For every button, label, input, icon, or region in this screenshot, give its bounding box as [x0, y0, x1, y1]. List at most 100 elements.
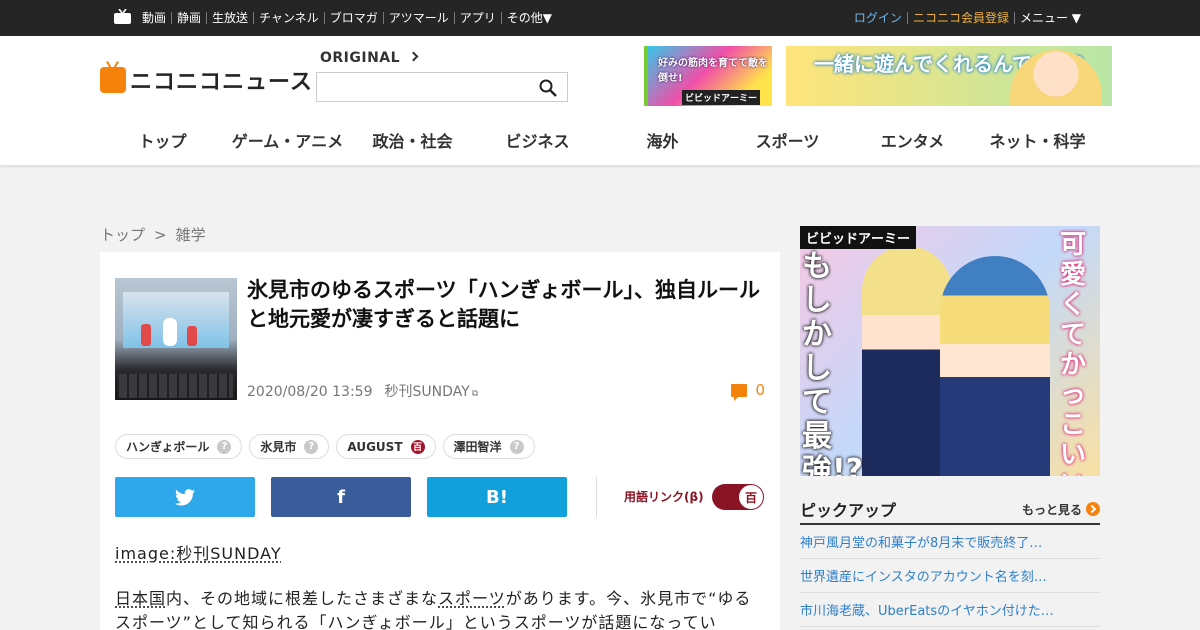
image-credit: image:秒刊SUNDAY [115, 542, 760, 566]
pickup-more-label: もっと見る [1021, 502, 1082, 517]
service-link-blomaga[interactable]: ブロマガ [323, 12, 383, 24]
search-input[interactable] [317, 73, 527, 101]
breadcrumb: トップ > 雑学 [100, 224, 206, 245]
service-link-live[interactable]: 生放送 [206, 12, 253, 24]
nicopedia-icon: 百 [410, 439, 425, 454]
niconico-tv-icon[interactable] [114, 9, 131, 24]
twitter-bird-icon [175, 488, 195, 505]
pickup-header: ピックアップ もっと見る [800, 497, 1100, 521]
pickup-item[interactable]: 市川海老蔵、UberEatsのイヤホン付けた… [800, 593, 1100, 627]
share-hatena-button[interactable]: B! [427, 477, 567, 517]
register-link[interactable]: ニコニコ会員登録 [906, 12, 1014, 24]
article-card: 氷見市のゆるスポーツ「ハンぎょボール」、独自ルールと地元愛が凄すぎると話題に 2… [100, 252, 780, 630]
breadcrumb-home[interactable]: トップ [100, 226, 145, 244]
tag-label: 澤田智洋 [453, 440, 502, 454]
image-credit-link[interactable]: 秒刊SUNDAY [176, 544, 281, 563]
pickup-list: 神戸風月堂の和菓子が8月末で販売終了… 世界遺産にインスタのアカウント名を刻… … [800, 523, 1100, 627]
logo-text: ニコニコニュース [130, 70, 313, 95]
nav-item-sports[interactable]: スポーツ [725, 128, 850, 152]
question-icon: ? [509, 439, 524, 454]
sidebar-ad-banner[interactable]: ビビッドアーミー もしかして最強!? 可愛くてかっこいいなんて [800, 226, 1100, 476]
menu-dropdown[interactable]: メニュー ▼ [1013, 12, 1086, 24]
nav-item-overseas[interactable]: 海外 [600, 128, 725, 152]
pickup-more-link[interactable]: もっと見る [1022, 501, 1100, 518]
search-box [316, 72, 568, 102]
article-meta: 2020/08/20 13:59 秒刊SUNDAY ⧉ [247, 381, 478, 401]
service-link-atsumaru[interactable]: アツマール [382, 12, 454, 24]
ad-character-image [940, 256, 1050, 476]
tag-item[interactable]: ハンぎょボール? [115, 434, 243, 459]
original-link[interactable]: ORIGINAL [320, 50, 419, 66]
pickup-item[interactable]: 世界遺産にインスタのアカウント名を刻… [800, 559, 1100, 593]
service-link-other[interactable]: その他▼ [500, 12, 557, 24]
tag-label: 氷見市 [260, 440, 297, 454]
ad-left-brand: ビビッドアーミー [682, 90, 761, 105]
tag-item[interactable]: 澤田智洋? [442, 434, 535, 459]
article-source: 秒刊SUNDAY [384, 384, 470, 400]
article-source-link[interactable]: 秒刊SUNDAY ⧉ [385, 384, 479, 400]
article-date: 2020/08/20 13:59 [247, 384, 373, 400]
service-links: 動画 静画 生放送 チャンネル ブロマガ アツマール アプリ その他▼ [140, 0, 557, 36]
term-link[interactable]: スポーツ [438, 589, 506, 608]
sidebar-ad-text-left: もしかして最強!? [802, 249, 864, 477]
nav-item-business[interactable]: ビジネス [475, 128, 600, 152]
tag-label: AUGUST [347, 439, 403, 454]
thumbnail-figure [141, 324, 151, 346]
question-icon: ? [217, 439, 232, 454]
breadcrumb-category[interactable]: 雑学 [176, 226, 206, 244]
service-link-douga[interactable]: 動画 [140, 12, 171, 24]
nav-item-game-anime[interactable]: ゲーム・アニメ [225, 128, 350, 152]
comment-count-link[interactable]: 0 [731, 381, 765, 401]
chevron-right-icon [408, 51, 419, 62]
sidebar-ad-text-right: 可愛くてかっこいいなんて [1060, 230, 1087, 476]
nav-item-top[interactable]: トップ [100, 128, 225, 152]
comment-count: 0 [755, 381, 765, 399]
service-link-seiga[interactable]: 静画 [171, 12, 206, 24]
facebook-icon: f [337, 486, 345, 508]
search-icon[interactable] [539, 79, 557, 97]
logo-tv-icon [100, 67, 126, 93]
login-link[interactable]: ログイン [849, 12, 907, 24]
nicopedia-toggle-icon: 百 [739, 485, 763, 509]
nav-item-net-science[interactable]: ネット・科学 [975, 128, 1100, 152]
category-nav: トップ ゲーム・アニメ 政治・社会 ビジネス 海外 スポーツ エンタメ ネット・… [100, 128, 1100, 152]
pickup-title: ピックアップ [800, 501, 897, 520]
site-header: ニコニコニュース ORIGINAL 好みの筋肉を育てて敵を倒せ! ビビッドアーミ… [0, 36, 1200, 166]
image-credit-prefix: image: [115, 544, 177, 563]
external-link-icon: ⧉ [471, 389, 479, 399]
share-facebook-button[interactable]: f [271, 477, 411, 517]
service-link-app[interactable]: アプリ [453, 12, 501, 24]
hatena-bookmark-icon: B! [486, 486, 508, 508]
header-ad-right[interactable]: 一緒に遊んでくれるんですか? [786, 46, 1112, 106]
article-title: 氷見市のゆるスポーツ「ハンぎょボール」、独自ルールと地元愛が凄すぎると話題に [247, 278, 761, 331]
tag-label: ハンぎょボール [126, 440, 210, 454]
account-links: ログイン ニコニコ会員登録 メニュー ▼ [849, 0, 1086, 36]
nav-item-politics-society[interactable]: 政治・社会 [350, 128, 475, 152]
global-topbar: 動画 静画 生放送 チャンネル ブロマガ アツマール アプリ その他▼ ログイン… [0, 0, 1200, 36]
article-body: image:秒刊SUNDAY 日本国内、その地域に根差したさまざまなスポーツがあ… [115, 542, 760, 630]
header-ad-left[interactable]: 好みの筋肉を育てて敵を倒せ! ビビッドアーミー [644, 46, 772, 106]
sidebar-ad-brand: ビビッドアーミー [800, 226, 917, 249]
ad-left-text: 好みの筋肉を育てて敵を倒せ! [658, 58, 768, 84]
nav-item-entertainment[interactable]: エンタメ [850, 128, 975, 152]
comment-icon [731, 383, 748, 401]
term-link-toggle[interactable]: 百 [712, 484, 764, 510]
arrow-right-circle-icon [1086, 502, 1100, 516]
share-divider [596, 477, 597, 517]
article-paragraph: 日本国内、その地域に根差したさまざまなスポーツがあります。今、氷見市で“ゆるスポ… [115, 587, 760, 630]
term-link[interactable]: 日本国 [115, 589, 166, 608]
service-link-channel[interactable]: チャンネル [253, 12, 324, 24]
original-label: ORIGINAL [320, 50, 401, 66]
thumbnail-figure [187, 326, 197, 346]
thumbnail-figure [163, 318, 177, 346]
term-link-label: 用語リンク(β) [624, 490, 704, 504]
share-twitter-button[interactable] [115, 477, 255, 517]
article-thumbnail [115, 278, 237, 400]
breadcrumb-separator: > [154, 226, 167, 244]
question-icon: ? [304, 439, 319, 454]
tag-list: ハンぎょボール? 氷見市? AUGUST 百 澤田智洋? [115, 434, 535, 459]
pickup-item[interactable]: 神戸風月堂の和菓子が8月末で販売終了… [800, 525, 1100, 559]
site-logo[interactable]: ニコニコニュース [100, 64, 313, 96]
tag-item[interactable]: 氷見市? [249, 434, 330, 459]
tag-item[interactable]: AUGUST 百 [336, 434, 436, 459]
